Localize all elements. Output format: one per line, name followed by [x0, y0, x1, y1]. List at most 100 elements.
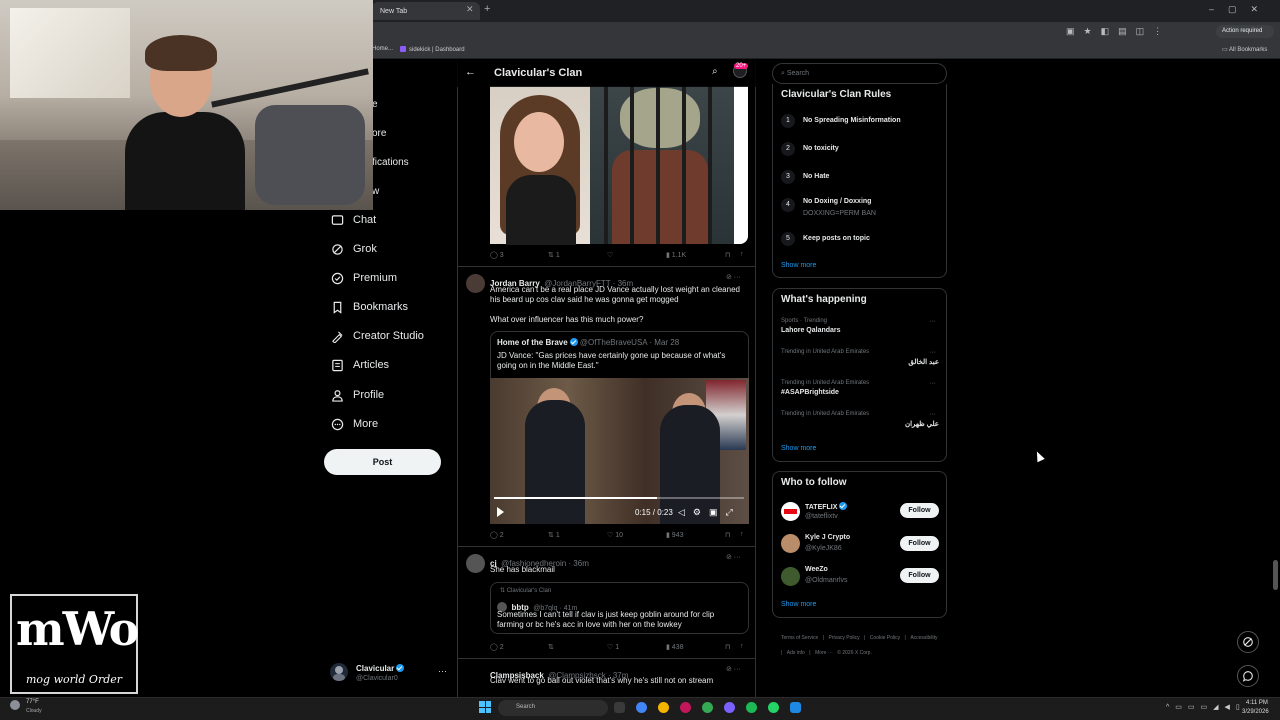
- app-icon[interactable]: [790, 702, 801, 713]
- bookmark-post-icon[interactable]: ⊓: [725, 643, 730, 651]
- like-button[interactable]: ♡: [607, 251, 613, 259]
- video-controls-icons[interactable]: ◁⚙▣⤢: [678, 507, 741, 518]
- account-name[interactable]: Clavicular: [356, 664, 405, 673]
- follow-suggestion-name[interactable]: WeeZo: [805, 566, 828, 573]
- browser-tab[interactable]: New Tab: [372, 2, 480, 20]
- trend-name[interactable]: علي ظهران: [860, 420, 939, 428]
- follow-button[interactable]: Follow: [900, 536, 939, 551]
- trend-name[interactable]: عبد الخالق: [860, 358, 939, 366]
- repost-button[interactable]: ⇅ 1: [548, 251, 560, 259]
- chrome-icon[interactable]: [658, 702, 669, 713]
- taskbar-search[interactable]: Search: [498, 700, 608, 716]
- footer-link[interactable]: Ads info: [787, 650, 805, 656]
- footer-link[interactable]: Accessibility: [910, 635, 937, 641]
- spotify-icon[interactable]: [746, 702, 757, 713]
- tab-close-icon[interactable]: ✕: [466, 4, 474, 15]
- bookmark-post-icon[interactable]: ⊓: [725, 531, 730, 539]
- clock-time[interactable]: 4:11 PM: [1246, 700, 1268, 706]
- avatar[interactable]: [466, 274, 485, 293]
- nav-profile[interactable]: Profile: [330, 384, 384, 406]
- avatar[interactable]: [781, 502, 800, 521]
- search-input[interactable]: ⌕ Search: [772, 63, 947, 84]
- new-tab-icon[interactable]: +: [484, 3, 490, 15]
- chrome-icon[interactable]: [636, 702, 647, 713]
- weather-cloud-icon[interactable]: [10, 700, 20, 710]
- bookmark-icon: [330, 300, 344, 314]
- quoted-author[interactable]: Home of the Brave @OfTheBraveUSA · Mar 2…: [497, 338, 679, 347]
- messages-fab-icon[interactable]: [1237, 665, 1259, 687]
- app-icon[interactable]: [768, 702, 779, 713]
- grok-post-icon[interactable]: ⊘ ···: [726, 273, 741, 281]
- share-icon[interactable]: ↑: [740, 643, 744, 650]
- repost-button[interactable]: ⇅ 1: [548, 531, 560, 539]
- reply-button[interactable]: ◯ 3: [490, 251, 504, 259]
- nav-creator-studio[interactable]: Creator Studio: [330, 325, 424, 347]
- footer-link[interactable]: More ···: [815, 650, 833, 656]
- repost-button[interactable]: ⇅: [548, 643, 554, 651]
- grok-post-icon[interactable]: ⊘ ···: [726, 553, 741, 561]
- views-count[interactable]: ▮ 438: [666, 643, 683, 651]
- bookmark-home[interactable]: Home...: [372, 46, 393, 52]
- like-button[interactable]: ♡ 1: [607, 643, 619, 651]
- post-button[interactable]: Post: [324, 449, 441, 475]
- avatar[interactable]: [466, 554, 485, 573]
- account-more-icon[interactable]: ···: [438, 666, 447, 676]
- grok-fab-icon[interactable]: [1237, 631, 1259, 653]
- footer-link[interactable]: Terms of Service: [781, 635, 818, 641]
- webcam-window: [10, 8, 130, 98]
- footer-link[interactable]: Privacy Policy: [828, 635, 859, 641]
- views-count[interactable]: ▮ 1.1K: [666, 251, 686, 259]
- app-icon[interactable]: [724, 702, 735, 713]
- trend-more-icon[interactable]: ···: [929, 411, 936, 418]
- follow-show-more-link[interactable]: Show more: [781, 601, 816, 608]
- trend-more-icon[interactable]: ···: [929, 349, 936, 356]
- reply-button[interactable]: ◯ 2: [490, 531, 504, 539]
- nav-articles[interactable]: Articles: [330, 354, 389, 376]
- follow-button[interactable]: Follow: [900, 503, 939, 518]
- back-arrow-icon[interactable]: ←: [465, 66, 476, 78]
- nav-follow-partial[interactable]: w: [372, 186, 379, 197]
- trend-name[interactable]: #ASAPBrightside: [781, 389, 839, 396]
- play-icon[interactable]: [497, 507, 504, 517]
- trend-more-icon[interactable]: ···: [929, 318, 936, 325]
- chrome-icon[interactable]: [702, 702, 713, 713]
- windows-start-icon[interactable]: [479, 701, 491, 713]
- bookmark-sidekick[interactable]: sidekick | Dashboard: [400, 46, 465, 53]
- nav-grok[interactable]: Grok: [330, 238, 377, 260]
- nav-notifications-partial[interactable]: fications: [372, 157, 409, 168]
- trend-name[interactable]: Lahore Qalandars: [781, 327, 841, 334]
- reply-button[interactable]: ◯ 2: [490, 643, 504, 651]
- toolbar-extension-icons[interactable]: ▣★◧▤◫⋮: [1066, 26, 1171, 37]
- nav-more[interactable]: More: [330, 413, 378, 435]
- like-button[interactable]: ♡ 10: [607, 531, 623, 539]
- search-icon[interactable]: ⌕: [712, 66, 718, 77]
- trends-show-more-link[interactable]: Show more: [781, 445, 816, 452]
- views-count[interactable]: ▮ 943: [666, 531, 683, 539]
- nav-premium[interactable]: Premium: [330, 267, 397, 289]
- avatar[interactable]: [781, 534, 800, 553]
- follow-button[interactable]: Follow: [900, 568, 939, 583]
- share-icon[interactable]: ↑: [740, 251, 744, 258]
- avatar[interactable]: [781, 567, 800, 586]
- footer-link[interactable]: Cookie Policy: [870, 635, 900, 641]
- follow-suggestion-handle: @KyleJK86: [805, 545, 842, 552]
- account-avatar[interactable]: [330, 663, 348, 681]
- nav-chat[interactable]: Chat: [330, 209, 376, 231]
- share-icon[interactable]: ↑: [740, 531, 744, 538]
- window-controls[interactable]: –▢✕: [1209, 4, 1272, 15]
- trend-more-icon[interactable]: ···: [929, 380, 936, 387]
- follow-suggestion-name[interactable]: Kyle J Crypto: [805, 534, 850, 541]
- page-scrollbar[interactable]: [1273, 560, 1278, 590]
- grok-post-icon[interactable]: ⊘ ···: [726, 665, 741, 673]
- task-view-icon[interactable]: [614, 702, 625, 713]
- all-bookmarks[interactable]: ▭ All Bookmarks: [1222, 46, 1267, 53]
- app-icon[interactable]: [680, 702, 691, 713]
- nav-bookmarks[interactable]: Bookmarks: [330, 296, 408, 318]
- rules-show-more-link[interactable]: Show more: [781, 262, 816, 269]
- weather-temp[interactable]: 77°F: [26, 699, 39, 705]
- system-tray-icons[interactable]: ^▭▭▭◢◀▯: [1166, 703, 1246, 711]
- action-required-button[interactable]: Action required: [1216, 25, 1274, 38]
- bookmark-post-icon[interactable]: ⊓: [725, 251, 730, 259]
- nav-explore-partial[interactable]: ore: [372, 128, 386, 139]
- follow-suggestion-name[interactable]: TATEFLIX: [805, 502, 848, 511]
